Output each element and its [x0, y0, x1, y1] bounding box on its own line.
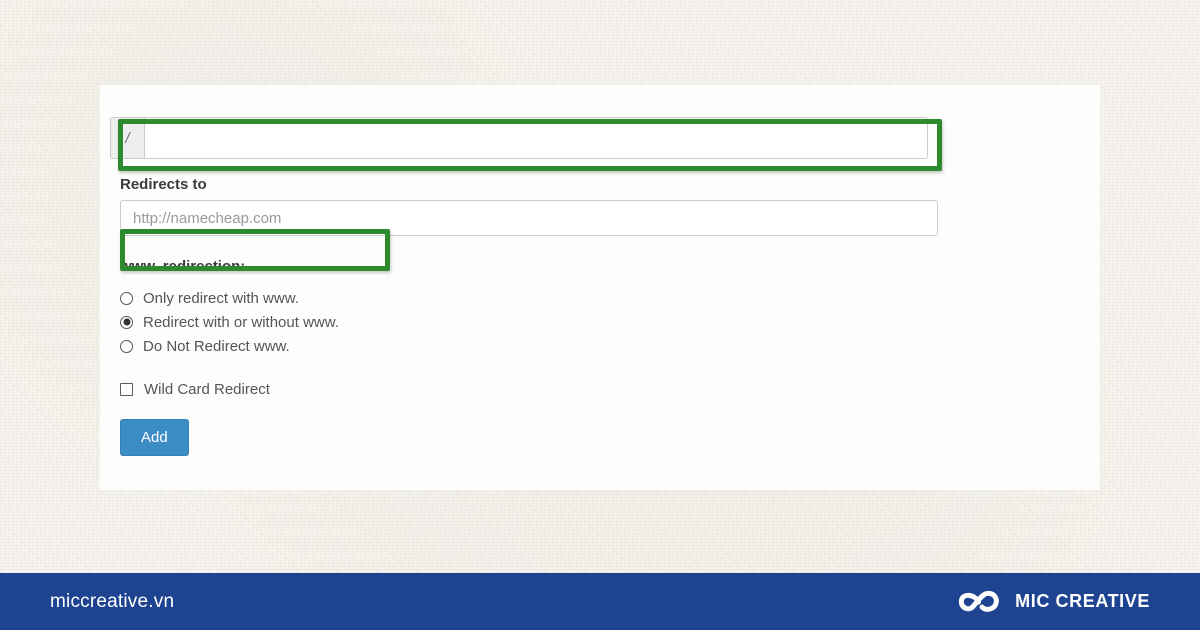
- radio-icon: [120, 339, 133, 353]
- path-input[interactable]: [144, 117, 928, 159]
- footer-site-url: miccreative.vn: [50, 590, 175, 612]
- radio-icon: [120, 291, 133, 305]
- brand-name: MIC CREATIVE: [1015, 591, 1150, 611]
- path-input-group: /: [110, 117, 928, 159]
- radio-label: Redirect with or without www.: [143, 313, 339, 331]
- radio-with-or-without-www[interactable]: Redirect with or without www.: [120, 310, 940, 334]
- redirect-input-row: [110, 200, 938, 236]
- redirect-form: / Redirects to www. redirection: Only re…: [110, 117, 942, 456]
- footer-bar: miccreative.vn MIC CREATIVE: [0, 573, 1200, 630]
- radio-selected-icon: [120, 315, 133, 329]
- wildcard-redirect-label: Wild Card Redirect: [144, 381, 270, 398]
- checkbox-icon: [120, 383, 133, 396]
- content-panel: / Redirects to www. redirection: Only re…: [100, 85, 1100, 490]
- www-redirection-options: Only redirect with www. Redirect with or…: [110, 286, 940, 358]
- radio-do-not-redirect-www[interactable]: Do Not Redirect www.: [120, 334, 940, 358]
- infinity-logo-icon: [958, 590, 999, 612]
- wildcard-redirect-checkbox[interactable]: Wild Card Redirect: [110, 381, 940, 398]
- footer-brand: MIC CREATIVE: [956, 588, 1150, 616]
- radio-label: Only redirect with www.: [143, 289, 299, 307]
- radio-label: Do Not Redirect www.: [143, 337, 290, 355]
- add-button[interactable]: Add: [120, 419, 189, 456]
- path-prefix-addon: /: [110, 117, 144, 159]
- radio-only-with-www[interactable]: Only redirect with www.: [120, 286, 940, 310]
- redirect-target-input[interactable]: [120, 200, 938, 236]
- redirects-to-label: Redirects to: [120, 176, 207, 193]
- www-redirection-label: www. redirection:: [120, 258, 246, 275]
